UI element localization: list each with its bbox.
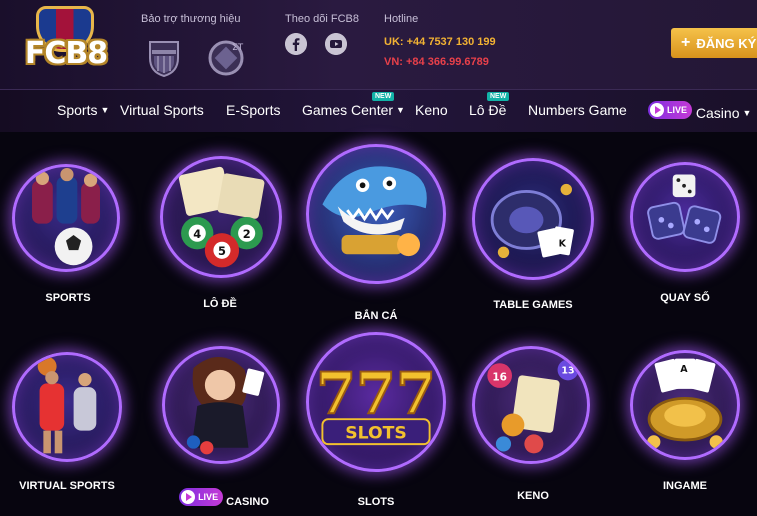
fcb8-logo[interactable]: FCB8 bbox=[14, 6, 118, 84]
main-nav: Sports ▼ Virtual Sports E-Sports NEW Game… bbox=[0, 90, 757, 132]
nav-label: Numbers Game bbox=[528, 102, 627, 118]
nav-label: Virtual Sports bbox=[120, 102, 204, 118]
game-tile-keno[interactable]: 16 13 KENO bbox=[462, 332, 602, 516]
nav-item-numbers-game[interactable]: Numbers Game bbox=[528, 102, 627, 118]
casino-label-row: LIVE CASINO bbox=[144, 488, 304, 508]
slots-777-icon: 777 SLOTS bbox=[315, 359, 437, 446]
hotline-vn[interactable]: VN: +84 366.99.6789 bbox=[384, 56, 489, 68]
logo-text: FCB8 bbox=[24, 36, 108, 71]
ingame-art: A bbox=[630, 350, 740, 460]
new-badge: NEW bbox=[372, 92, 395, 101]
live-text: LIVE bbox=[667, 105, 688, 115]
game-tile-quay-so[interactable]: QUAY SỐ bbox=[616, 132, 757, 312]
game-label: CASINO bbox=[226, 496, 269, 508]
game-label: QUAY SỐ bbox=[660, 292, 710, 304]
plus-icon: + bbox=[681, 34, 691, 51]
nav-item-games-center[interactable]: NEW Games Center ▼ bbox=[302, 92, 405, 118]
slots-art: 777 SLOTS bbox=[306, 332, 446, 472]
nav-label: E-Sports bbox=[226, 102, 281, 118]
lotto-ball-number: 4 bbox=[193, 227, 201, 241]
barcelona-crest-icon[interactable] bbox=[144, 38, 184, 78]
shark-icon bbox=[322, 166, 427, 257]
keno-art: 16 13 bbox=[472, 346, 590, 464]
sports-art bbox=[12, 164, 120, 272]
fishing-art bbox=[306, 144, 446, 284]
poker-chips-icon: A bbox=[647, 358, 723, 449]
game-tile-table-games[interactable]: K TABLE GAMES bbox=[462, 132, 602, 322]
game-tile-slots[interactable]: 777 SLOTS SLOTS bbox=[298, 322, 456, 516]
slots-art-text: SLOTS bbox=[345, 423, 407, 443]
play-icon bbox=[650, 103, 664, 117]
lotto-ball-number: 5 bbox=[218, 244, 226, 258]
nav-label: Keno bbox=[415, 102, 448, 118]
youtube-icon[interactable] bbox=[325, 33, 347, 55]
game-tile-sports[interactable]: SPORTS bbox=[0, 132, 140, 312]
casino-dealer-icon bbox=[186, 357, 265, 455]
svg-text:A: A bbox=[680, 364, 688, 375]
game-label: KENO bbox=[517, 490, 549, 502]
virtual-sports-art bbox=[12, 352, 122, 462]
game-label: BẮN CÁ bbox=[354, 310, 398, 322]
soccer-players-icon bbox=[32, 167, 100, 266]
game-tile-lo-de[interactable]: 4 2 5 LÔ ĐỀ bbox=[150, 132, 300, 322]
game-label: VIRTUAL SPORTS bbox=[19, 480, 115, 492]
game-tile-ban-ca[interactable]: BẮN CÁ bbox=[298, 132, 456, 332]
lottery-balls-icon: 4 2 5 bbox=[178, 166, 265, 268]
live-badge: LIVE bbox=[648, 101, 693, 119]
play-icon bbox=[181, 490, 196, 504]
dice-art bbox=[630, 162, 740, 272]
caret-down-icon: ▼ bbox=[396, 105, 405, 115]
game-label: INGAME bbox=[663, 480, 707, 492]
nav-label: Sports bbox=[57, 102, 98, 118]
live-text: LIVE bbox=[198, 492, 219, 502]
nav-item-keno[interactable]: Keno bbox=[415, 102, 448, 118]
nav-item-casino[interactable]: LIVE Casino ▼ bbox=[648, 101, 751, 121]
keno-ball-number: 16 bbox=[492, 371, 507, 383]
follow-title: Theo dõi FCB8 bbox=[285, 13, 359, 25]
keno-ball-number: 13 bbox=[561, 366, 574, 377]
live-badge: LIVE bbox=[179, 488, 224, 506]
caret-down-icon: ▼ bbox=[742, 108, 752, 118]
svg-text:ΣT: ΣT bbox=[232, 43, 244, 53]
top-header: FCB8 Bảo trợ thương hiệu ΣT Theo dõi FCB… bbox=[0, 0, 757, 90]
nav-label: Games Center bbox=[302, 102, 394, 118]
register-button[interactable]: + ĐĂNG KÝ bbox=[671, 28, 757, 58]
table-games-art: K bbox=[472, 158, 594, 280]
game-tile-casino[interactable]: LIVE CASINO bbox=[150, 332, 300, 516]
new-badge: NEW bbox=[487, 92, 510, 101]
svg-text:K: K bbox=[559, 239, 567, 250]
partner-logo-icon[interactable]: ΣT bbox=[206, 38, 246, 78]
sponsor-title: Bảo trợ thương hiệu bbox=[141, 13, 241, 25]
game-label: SLOTS bbox=[357, 496, 395, 508]
casino-art bbox=[162, 346, 280, 464]
nav-label: Casino bbox=[695, 105, 740, 121]
game-tile-virtual-sports[interactable]: VIRTUAL SPORTS bbox=[0, 332, 140, 516]
game-grid: SPORTS 4 2 5 LÔ ĐỀ BẮN CÁ K TABLE GAMES … bbox=[0, 132, 757, 516]
game-tile-ingame[interactable]: A INGAME bbox=[616, 332, 757, 516]
nav-item-lo-de[interactable]: NEW Lô Đề bbox=[469, 92, 510, 118]
game-label: SPORTS bbox=[45, 292, 91, 304]
dice-icon bbox=[647, 174, 722, 244]
lotto-ball-number: 2 bbox=[243, 227, 251, 241]
nav-item-sports[interactable]: Sports ▼ bbox=[57, 102, 109, 118]
keno-balls-icon: 16 13 bbox=[487, 359, 579, 454]
facebook-icon[interactable] bbox=[285, 33, 307, 55]
hotline-title: Hotline bbox=[384, 13, 419, 25]
game-label: TABLE GAMES bbox=[493, 299, 573, 311]
game-label: LÔ ĐỀ bbox=[203, 298, 237, 310]
lotto-art: 4 2 5 bbox=[160, 156, 282, 278]
nav-item-esports[interactable]: E-Sports bbox=[226, 102, 280, 118]
basketball-players-icon bbox=[37, 356, 97, 454]
register-label: ĐĂNG KÝ bbox=[696, 35, 757, 51]
slots-number: 777 bbox=[316, 359, 436, 427]
roulette-icon: K bbox=[490, 183, 574, 258]
caret-down-icon: ▼ bbox=[100, 105, 110, 115]
nav-label: Lô Đề bbox=[469, 102, 507, 118]
nav-item-virtual-sports[interactable]: Virtual Sports bbox=[120, 102, 204, 118]
hotline-uk[interactable]: UK: +44 7537 130 199 bbox=[384, 36, 496, 48]
